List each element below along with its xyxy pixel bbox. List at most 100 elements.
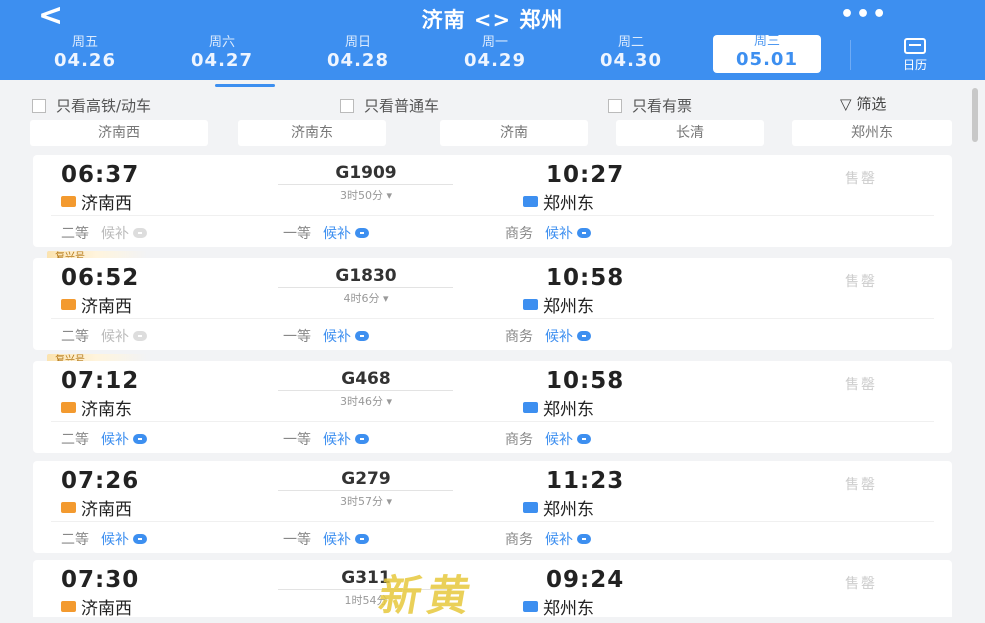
terminal-station-icon bbox=[523, 601, 538, 612]
duration-line bbox=[278, 184, 453, 185]
departure-station-name: 济南西 bbox=[81, 297, 132, 317]
waitlist-label: 候补 bbox=[545, 329, 573, 345]
arrival-station: 郑州东 bbox=[523, 395, 594, 420]
train-number: G279 bbox=[341, 469, 391, 489]
station-chip-changqing[interactable]: 长清 bbox=[616, 120, 764, 146]
waitlist-icon bbox=[355, 331, 369, 341]
waitlist-icon bbox=[133, 228, 147, 238]
origin-station-icon bbox=[61, 601, 76, 612]
station-chip-jinandong[interactable]: 济南东 bbox=[238, 120, 386, 146]
waitlist-icon bbox=[355, 434, 369, 444]
seat-business-class[interactable]: 商务 候补 bbox=[505, 529, 591, 549]
normal-only-checkbox[interactable]: 只看普通车 bbox=[340, 95, 439, 116]
checkbox-box bbox=[32, 98, 46, 113]
departure-station-name: 济南东 bbox=[81, 400, 132, 420]
date-value: 04.30 bbox=[600, 50, 662, 71]
waitlist-label: 候补 bbox=[545, 532, 573, 548]
caret-down-icon: ▾ bbox=[382, 292, 389, 305]
seat-business-class[interactable]: 商务 候补 bbox=[505, 326, 591, 346]
sold-out-label: 售罄 bbox=[845, 576, 877, 592]
departure-station: 济南西 bbox=[61, 292, 132, 317]
duration[interactable]: 3时50分 ▾ bbox=[281, 187, 451, 203]
filter-button[interactable]: ▽ 筛选 bbox=[840, 93, 886, 114]
train-card-g279[interactable]: 07:26 济南西 G279 3时57分 ▾ 11:23 郑州东 售罄 二等 候… bbox=[33, 461, 952, 553]
train-card-g1830[interactable]: 06:52 济南西 G1830 4时6分 ▾ 10:58 郑州东 售罄 二等 候… bbox=[33, 258, 952, 350]
waitlist-icon bbox=[577, 228, 591, 238]
duration-text: 4时6分 bbox=[343, 292, 380, 305]
seat-class: 商务 bbox=[505, 329, 533, 345]
checkbox-label: 只看有票 bbox=[632, 97, 693, 115]
available-only-checkbox[interactable]: 只看有票 bbox=[608, 95, 692, 116]
arrival-time: 10:58 bbox=[546, 265, 625, 291]
scrollbar[interactable] bbox=[972, 88, 978, 142]
station-chip-jinanxi[interactable]: 济南西 bbox=[30, 120, 208, 146]
arrival-station: 郑州东 bbox=[523, 189, 594, 214]
seat-second-class[interactable]: 二等 候补 bbox=[61, 429, 147, 449]
origin-station-icon bbox=[61, 502, 76, 513]
date-tab-0429[interactable]: 周一 04.29 bbox=[440, 36, 550, 72]
seat-second-class[interactable]: 二等 候补 bbox=[61, 326, 147, 346]
departure-station-name: 济南西 bbox=[81, 500, 132, 520]
arrival-time: 10:27 bbox=[546, 162, 625, 188]
origin-station-icon bbox=[61, 196, 76, 207]
seat-second-class[interactable]: 二等 候补 bbox=[61, 223, 147, 243]
seat-class: 商务 bbox=[505, 226, 533, 242]
arrival-time: 10:58 bbox=[546, 368, 625, 394]
duration[interactable]: 4时6分 ▾ bbox=[281, 290, 451, 306]
date-tab-0428[interactable]: 周日 04.28 bbox=[303, 36, 413, 72]
train-card-g468[interactable]: 07:12 济南东 G468 3时46分 ▾ 10:58 郑州东 售罄 二等 候… bbox=[33, 361, 952, 453]
station-chip-jinan[interactable]: 济南 bbox=[440, 120, 588, 146]
date-divider bbox=[850, 40, 851, 70]
route-title[interactable]: 济南 <> 郑州 bbox=[0, 4, 985, 34]
seat-first-class[interactable]: 一等 候补 bbox=[283, 223, 369, 243]
seat-business-class[interactable]: 商务 候补 bbox=[505, 429, 591, 449]
seat-first-class[interactable]: 一等 候补 bbox=[283, 326, 369, 346]
sold-out-label: 售罄 bbox=[845, 377, 877, 393]
departure-station-name: 济南西 bbox=[81, 194, 132, 214]
checkbox-label: 只看普通车 bbox=[364, 97, 440, 115]
card-divider bbox=[51, 318, 934, 319]
train-number: G1830 bbox=[335, 266, 397, 286]
seat-business-class[interactable]: 商务 候补 bbox=[505, 223, 591, 243]
seat-first-class[interactable]: 一等 候补 bbox=[283, 529, 369, 549]
station-chip-zhengzhoudong[interactable]: 郑州东 bbox=[792, 120, 952, 146]
calendar-icon bbox=[904, 38, 926, 54]
train-card-g1909[interactable]: 06:37 济南西 G1909 3时50分 ▾ 10:27 郑州东 售罄 二等 … bbox=[33, 155, 952, 247]
date-tab-0427[interactable]: 周六 04.27 bbox=[167, 36, 277, 72]
departure-station: 济南西 bbox=[61, 189, 132, 214]
train-card-g311[interactable]: 07:30 济南西 G311 1时54分 09:24 郑州东 售罄 bbox=[33, 560, 952, 619]
waitlist-label: 候补 bbox=[101, 329, 129, 345]
more-button[interactable]: ••• bbox=[840, 2, 888, 27]
waitlist-icon bbox=[577, 434, 591, 444]
calendar-label: 日历 bbox=[902, 58, 927, 72]
calendar-button[interactable]: 日历 bbox=[885, 38, 945, 72]
seat-class: 一等 bbox=[283, 329, 311, 345]
date-tab-0501-selected[interactable]: 周三 05.01 bbox=[713, 35, 821, 73]
waitlist-label: 候补 bbox=[101, 226, 129, 242]
date-weekday: 周六 bbox=[208, 35, 235, 50]
waitlist-label: 候补 bbox=[101, 532, 129, 548]
arrival-time: 11:23 bbox=[546, 468, 625, 494]
origin-station-icon bbox=[61, 402, 76, 413]
duration[interactable]: 3时46分 ▾ bbox=[281, 393, 451, 409]
duration-line bbox=[278, 287, 453, 288]
seat-class: 一等 bbox=[283, 532, 311, 548]
date-tab-0430[interactable]: 周二 04.30 bbox=[576, 36, 686, 72]
terminal-station-icon bbox=[523, 196, 538, 207]
departure-station: 济南西 bbox=[61, 594, 132, 619]
train-number: G468 bbox=[341, 369, 391, 389]
duration-text: 3时50分 bbox=[339, 189, 383, 202]
date-tab-0426[interactable]: 周五 04.26 bbox=[30, 36, 140, 72]
date-weekday: 周一 bbox=[481, 35, 508, 50]
duration[interactable]: 3时57分 ▾ bbox=[281, 493, 451, 509]
seat-second-class[interactable]: 二等 候补 bbox=[61, 529, 147, 549]
high-speed-only-checkbox[interactable]: 只看高铁/动车 bbox=[32, 95, 151, 116]
duration-text: 3时57分 bbox=[339, 495, 383, 508]
seat-class: 二等 bbox=[61, 226, 89, 242]
date-value: 04.29 bbox=[464, 50, 526, 71]
date-selector: 周五 04.26 周六 04.27 周日 04.28 周一 04.29 周二 0… bbox=[0, 35, 985, 76]
seat-first-class[interactable]: 一等 候补 bbox=[283, 429, 369, 449]
caret-down-icon: ▾ bbox=[386, 189, 393, 202]
waitlist-label: 候补 bbox=[323, 432, 351, 448]
waitlist-icon bbox=[133, 434, 147, 444]
